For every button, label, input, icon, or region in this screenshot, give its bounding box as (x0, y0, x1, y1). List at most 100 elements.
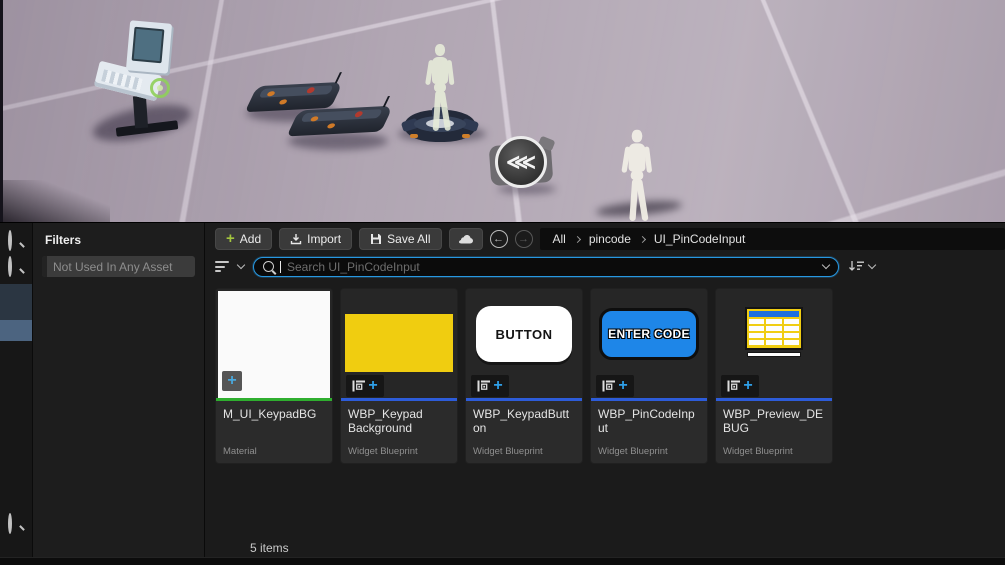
asset-tile-widget[interactable]: + WBP_Keypad Background Widget Blueprint (340, 288, 458, 464)
forward-icon: → (518, 234, 529, 245)
asset-name: WBP_Preview_DEBUG (716, 401, 832, 446)
content-browser-toolbar: + Add Import Save All ← → All (205, 223, 1005, 250)
chevron-right-icon (639, 235, 646, 242)
asset-thumbnail: + (216, 289, 332, 398)
console-terminal-prop (88, 20, 198, 140)
asset-type: Widget Blueprint (341, 446, 457, 463)
mannequin-standing (619, 130, 655, 222)
asset-name: WBP_KeypadButton (466, 401, 582, 446)
rover-light (326, 123, 336, 128)
asset-grid: + M_UI_KeypadBG Material + (205, 279, 1005, 464)
search-input[interactable] (287, 260, 817, 274)
plus-icon: + (226, 231, 235, 246)
docked-tab-selected[interactable] (0, 284, 32, 320)
docked-tab-highlight[interactable] (0, 320, 32, 341)
widget-blueprint-badge: + (471, 375, 509, 397)
thumbnail-text: BUTTON (496, 327, 553, 342)
asset-type: Widget Blueprint (466, 446, 582, 463)
plus-icon: + (227, 373, 236, 389)
sort-control[interactable] (848, 260, 875, 273)
search-row (215, 254, 995, 279)
search-field[interactable] (253, 257, 839, 277)
back-button[interactable]: ← (490, 230, 508, 248)
asset-tile-widget[interactable]: BUTTON + WBP_KeypadButton Widget Bluepri… (465, 288, 583, 464)
save-all-button[interactable]: Save All (359, 228, 441, 250)
save-all-button-label: Save All (387, 232, 430, 246)
asset-tile-material[interactable]: + M_UI_KeypadBG Material (215, 288, 333, 464)
search-icon (8, 513, 12, 534)
viewport-left-edge (0, 0, 3, 222)
filter-chip-not-used[interactable]: Not Used In Any Asset (42, 256, 195, 277)
content-browser-main: + Add Import Save All ← → All (205, 223, 1005, 565)
widget-blueprint-icon (477, 380, 491, 392)
asset-type: Material (216, 446, 332, 463)
search-tab-button[interactable] (8, 515, 12, 533)
import-icon (290, 233, 302, 245)
chevron-down-icon (868, 261, 876, 269)
back-icon: ← (493, 234, 504, 245)
breadcrumb-item-pincode[interactable]: pincode (589, 232, 631, 246)
forward-button[interactable]: → (515, 230, 533, 248)
content-browser-left-rail (0, 223, 33, 565)
level-viewport[interactable]: ⋘ (0, 0, 1005, 222)
asset-thumbnail: + (341, 289, 457, 398)
search-tab-button[interactable] (8, 258, 12, 276)
add-button-label: Add (240, 232, 261, 246)
plus-icon: + (368, 378, 377, 394)
plus-icon: + (493, 378, 502, 394)
breadcrumb: All pincode UI_PinCodeInput (540, 228, 1005, 250)
search-tab-button[interactable] (8, 232, 12, 250)
thumbnail-strip: + (341, 374, 457, 398)
revision-control-button[interactable] (449, 228, 483, 250)
import-button[interactable]: Import (279, 228, 352, 250)
console-screen (132, 27, 165, 63)
revision-control-icon (458, 234, 474, 245)
asset-thumbnail: BUTTON + (466, 289, 582, 398)
search-icon (263, 261, 274, 272)
asset-name: WBP_PinCodeInput (591, 401, 707, 446)
asset-name: M_UI_KeypadBG (216, 401, 332, 446)
viewport-corner-shade (0, 180, 110, 222)
filters-title: Filters (33, 223, 204, 256)
widget-blueprint-badge: + (346, 375, 384, 397)
platform-light (410, 134, 418, 138)
keypad-preview-thumbnail (745, 307, 803, 357)
add-badge: + (222, 371, 242, 391)
yellow-widget-thumbnail (345, 314, 453, 372)
billboard-glyph: ⋘ (506, 150, 536, 175)
button-widget-thumbnail: BUTTON (476, 306, 572, 362)
keypad-submit-bar (747, 352, 801, 357)
window-bottom-strip (0, 557, 1005, 565)
add-button[interactable]: + Add (215, 228, 272, 250)
thumbnail-strip: + (466, 374, 582, 398)
thumbnail-text: ENTER CODE (608, 327, 690, 341)
console-pillar (133, 96, 148, 129)
chevron-down-icon[interactable] (822, 261, 830, 269)
enter-code-widget-thumbnail: ENTER CODE (599, 308, 699, 360)
items-count-status: 5 items (250, 541, 289, 555)
asset-tile-widget[interactable]: ENTER CODE + WBP_PinCodeInput Widget Blu… (590, 288, 708, 464)
console-signal-ring (150, 78, 170, 98)
asset-tile-widget[interactable]: + WBP_Preview_DEBUG Widget Blueprint (715, 288, 833, 464)
unreal-editor-window: ⋘ Filters Not Used In Any Asset (0, 0, 1005, 565)
asset-type: Widget Blueprint (591, 446, 707, 463)
widget-component-billboard: ⋘ (488, 136, 556, 190)
breadcrumb-item-asset[interactable]: UI_PinCodeInput (654, 232, 745, 246)
breadcrumb-item-all[interactable]: All (553, 232, 566, 246)
platform-light (462, 134, 470, 138)
chevron-down-icon[interactable] (237, 261, 245, 269)
widget-blueprint-icon (602, 380, 616, 392)
filter-funnel-icon[interactable] (215, 261, 229, 272)
text-caret (280, 261, 281, 273)
widget-blueprint-icon (352, 380, 366, 392)
keypad-buttons (749, 319, 799, 345)
search-icon (8, 256, 12, 277)
widget-blueprint-badge: + (721, 375, 759, 397)
rewind-chevrons-icon: ⋘ (495, 136, 547, 188)
keypad-header (749, 311, 799, 317)
asset-thumbnail: + (716, 289, 832, 398)
sort-icon (848, 260, 865, 273)
asset-thumbnail: ENTER CODE + (591, 289, 707, 398)
rover-light (278, 99, 288, 104)
filter-chip-label: Not Used In Any Asset (53, 260, 172, 274)
